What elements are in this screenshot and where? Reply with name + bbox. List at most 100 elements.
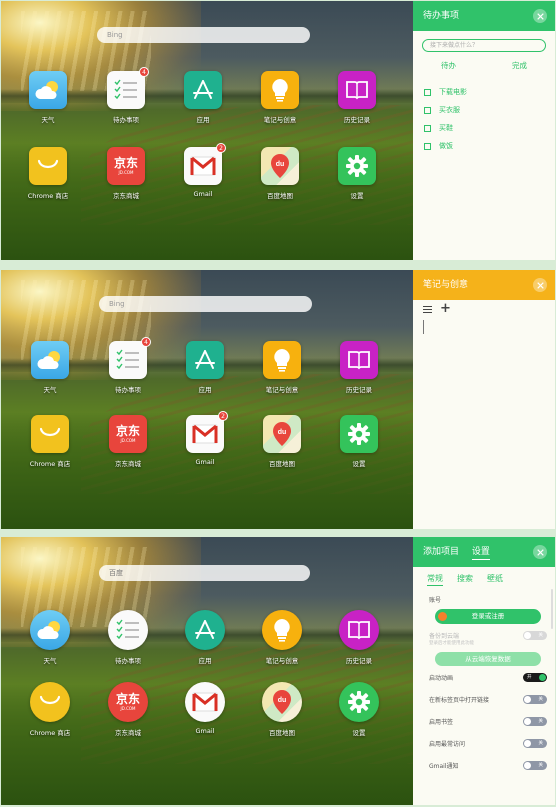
- app-history[interactable]: 历史记录: [327, 71, 387, 124]
- app-label: 笔记与创意: [265, 657, 299, 665]
- notification-badge: 2: [218, 411, 228, 421]
- toggle-switch[interactable]: 关: [523, 738, 547, 748]
- setting-row: 启动动画 开: [429, 666, 547, 688]
- subtab-search[interactable]: 搜索: [457, 573, 473, 586]
- setting-row: 启用最常访问 关: [429, 732, 547, 754]
- app-notes[interactable]: 笔记与创意: [250, 71, 310, 124]
- app-label: 历史记录: [344, 116, 370, 124]
- app-weather[interactable]: 天气: [20, 610, 80, 665]
- restore-button[interactable]: 从云端恢复数据: [435, 652, 541, 666]
- note-editor-cursor[interactable]: [423, 320, 424, 334]
- app-jd[interactable]: 京东 JD.COM 京东商城: [96, 147, 156, 200]
- app-settings[interactable]: 设置: [329, 415, 389, 468]
- app-todo[interactable]: 4 待办事项: [98, 337, 158, 394]
- settings-subtabs: 常规 搜索 壁纸: [413, 567, 555, 586]
- app-label: 历史记录: [346, 657, 372, 665]
- toggle-switch[interactable]: 关: [523, 760, 547, 770]
- menu-icon[interactable]: [423, 305, 432, 313]
- notification-badge: 4: [139, 67, 149, 77]
- checkbox[interactable]: [424, 142, 431, 150]
- app-history[interactable]: 历史记录: [329, 341, 389, 394]
- app-jd[interactable]: 京东 JD.COM 京东商城: [98, 415, 158, 468]
- app-apps[interactable]: 应用: [175, 341, 235, 394]
- app-label: Gmail: [195, 727, 215, 735]
- app-settings[interactable]: 设置: [327, 147, 387, 200]
- tab-pending[interactable]: 待办: [413, 60, 484, 71]
- app-maps[interactable]: du 百度地图: [252, 682, 312, 737]
- app-weather[interactable]: 天气: [18, 71, 78, 124]
- app-label: 历史记录: [346, 386, 372, 394]
- app-notes[interactable]: 笔记与创意: [252, 341, 312, 394]
- app-label: 应用: [196, 116, 210, 124]
- scrollbar[interactable]: [551, 589, 553, 629]
- list-item[interactable]: 买鞋: [424, 119, 555, 137]
- panel-header: 待办事项: [413, 1, 555, 31]
- todo-input[interactable]: 接下来做点什么？: [422, 39, 546, 52]
- app-notes[interactable]: 笔记与创意: [252, 610, 312, 665]
- checkbox[interactable]: [424, 106, 431, 114]
- list-item[interactable]: 买衣服: [424, 101, 555, 119]
- toggle-switch[interactable]: 关: [523, 694, 547, 704]
- app-gmail[interactable]: 2 Gmail: [173, 143, 233, 198]
- svg-text:du: du: [278, 697, 287, 704]
- close-icon[interactable]: [533, 278, 547, 292]
- app-label: 待办事项: [113, 116, 139, 124]
- plus-icon[interactable]: +: [440, 302, 451, 315]
- jd-logo-icon: 京东 JD.COM: [107, 147, 145, 185]
- app-todo[interactable]: 待办事项: [98, 610, 158, 665]
- login-button[interactable]: 登录或注册: [435, 609, 541, 624]
- map-pin-icon: du: [262, 682, 302, 722]
- setting-label: Gmail通知: [429, 762, 459, 770]
- gmail-icon: 2: [186, 411, 228, 453]
- app-history[interactable]: 历史记录: [329, 610, 389, 665]
- app-chrome-store[interactable]: Chrome 商店: [20, 415, 80, 468]
- app-label: 应用: [198, 657, 212, 665]
- tab-add-item[interactable]: 添加项目: [423, 547, 459, 557]
- checkbox[interactable]: [424, 124, 431, 132]
- subtab-general[interactable]: 常规: [427, 573, 443, 586]
- app-gmail[interactable]: 2 Gmail: [175, 411, 235, 466]
- app-label: 天气: [43, 657, 57, 665]
- lightbulb-icon: [262, 610, 302, 650]
- tab-done[interactable]: 完成: [484, 60, 555, 71]
- setting-row: 启用书签 关: [429, 710, 547, 732]
- app-label: 设置: [350, 192, 364, 200]
- close-icon[interactable]: [533, 545, 547, 559]
- setting-label: 启用书签: [429, 718, 454, 726]
- app-chrome-store[interactable]: Chrome 商店: [18, 147, 78, 200]
- toggle-switch[interactable]: 开: [523, 672, 547, 682]
- app-chrome-store[interactable]: Chrome 商店: [20, 682, 80, 737]
- app-settings[interactable]: 设置: [329, 682, 389, 737]
- search-input[interactable]: Bing: [99, 296, 312, 312]
- app-weather[interactable]: 天气: [20, 341, 80, 394]
- setting-label: 在新标签页中打开链接: [429, 696, 490, 704]
- search-input[interactable]: Bing: [97, 27, 310, 43]
- subtab-wallpaper[interactable]: 壁纸: [487, 573, 503, 586]
- app-todo[interactable]: 4 待办事项: [96, 67, 156, 124]
- checkbox[interactable]: [424, 88, 431, 96]
- backup-toggle[interactable]: 关: [523, 630, 547, 640]
- search-input[interactable]: 百度: [99, 565, 310, 581]
- close-icon[interactable]: [533, 9, 547, 23]
- notes-panel: 笔记与创意 +: [413, 270, 555, 529]
- app-gmail[interactable]: Gmail: [175, 682, 235, 735]
- app-apps[interactable]: 应用: [175, 610, 235, 665]
- jd-logo-text: 京东: [115, 424, 140, 438]
- app-store-icon: [184, 71, 222, 109]
- list-item[interactable]: 做饭: [424, 137, 555, 155]
- panel-title: 笔记与创意: [423, 280, 469, 290]
- weather-icon: [30, 610, 70, 650]
- app-maps[interactable]: du 百度地图: [252, 415, 312, 468]
- app-label: 京东商城: [115, 460, 141, 468]
- gear-icon: [340, 415, 378, 453]
- tab-settings[interactable]: 设置: [471, 547, 490, 560]
- checklist-icon: 4: [109, 337, 151, 379]
- app-maps[interactable]: du 百度地图: [250, 147, 310, 200]
- app-label: 笔记与创意: [265, 386, 299, 394]
- app-apps[interactable]: 应用: [173, 71, 233, 124]
- toggle-switch[interactable]: 关: [523, 716, 547, 726]
- app-jd[interactable]: 京东 JD.COM 京东商城: [98, 682, 158, 737]
- settings-list: 启动动画开在新标签页中打开链接关启用书签关启用最常访问关 Gmail通知关: [429, 666, 547, 776]
- list-item[interactable]: 下载电影: [424, 83, 555, 101]
- jd-logo-icon: 京东 JD.COM: [109, 415, 147, 453]
